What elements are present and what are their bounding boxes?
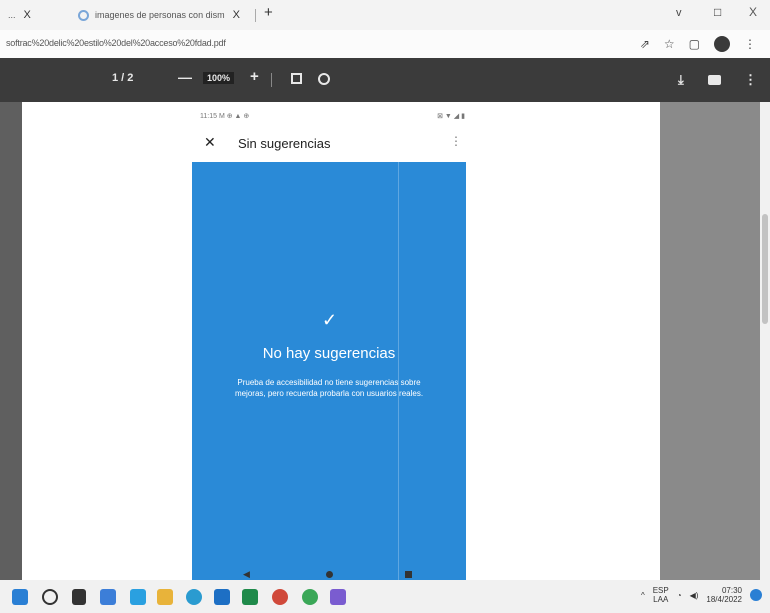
scrollbar-track[interactable] — [760, 102, 770, 580]
tab-label: ... — [8, 10, 16, 20]
chat-icon[interactable] — [130, 589, 146, 605]
phone-home-icon[interactable] — [326, 571, 333, 578]
more-options-icon[interactable]: ⋮ — [744, 72, 757, 88]
download-icon[interactable]: ⤓ — [678, 72, 684, 88]
tab-search-button[interactable]: v — [676, 7, 682, 19]
clock-date: 18/4/2022 — [706, 595, 742, 604]
tab-close-icon[interactable]: X — [233, 9, 240, 21]
result-description: Prueba de accesibilidad no tiene sugeren… — [234, 378, 424, 398]
tab-divider — [255, 9, 256, 22]
tab-label: imagenes de personas con dism — [95, 10, 225, 20]
toolbar-divider — [271, 73, 272, 87]
rotate-icon[interactable] — [318, 73, 330, 85]
result-heading: No hay sugerencias — [262, 345, 396, 362]
phone-back-icon[interactable]: ◀ — [243, 569, 250, 580]
notification-icon[interactable] — [750, 589, 762, 601]
zoom-in-button[interactable]: + — [250, 68, 259, 85]
start-icon[interactable] — [12, 589, 28, 605]
scrollbar-thumb[interactable] — [762, 214, 768, 324]
file-explorer-icon[interactable] — [157, 589, 173, 605]
overflow-menu-icon[interactable]: ⋮ — [450, 134, 462, 148]
profile-avatar[interactable] — [714, 36, 730, 52]
language-indicator[interactable]: ESP LAA — [653, 586, 669, 604]
browser-menu-icon[interactable]: ⋮ — [744, 37, 756, 51]
new-tab-button[interactable]: + — [264, 4, 273, 21]
tab-close-icon[interactable]: X — [24, 9, 31, 21]
phone-recents-icon[interactable] — [405, 571, 412, 578]
viewer-side-area — [660, 102, 760, 580]
print-icon[interactable] — [708, 75, 721, 85]
clock-time: 07:30 — [721, 586, 742, 595]
page-title: Sin sugerencias — [238, 136, 331, 151]
google-favicon-icon — [78, 9, 89, 21]
task-view-icon[interactable] — [72, 589, 86, 605]
windows-taskbar: ^ ESP LAA ◔ ◀) 07:30 18/4/2022 — [0, 580, 770, 613]
wifi-icon[interactable]: ◔ — [677, 591, 682, 600]
address-bar-actions: ⇗ ☆ ▢ ⋮ — [640, 36, 756, 52]
system-tray: ^ ESP LAA ◔ ◀) 07:30 18/4/2022 — [641, 586, 762, 604]
fit-page-icon[interactable] — [291, 73, 302, 84]
teams-icon[interactable] — [330, 589, 346, 605]
sidebar-icon[interactable]: ▢ — [689, 37, 700, 51]
language-bottom: LAA — [653, 595, 669, 604]
phone-status-right: ⊠ ▼ ◢ ▮ — [437, 113, 465, 120]
phone-status-bar: 11:15 M ⊕ ▲ ⊕ ⊠ ▼ ◢ ▮ — [200, 112, 465, 120]
panel-divider — [398, 162, 399, 580]
phone-status-left: 11:15 M ⊕ ▲ ⊕ — [200, 113, 250, 120]
excel-icon[interactable] — [242, 589, 258, 605]
store-icon[interactable] — [214, 589, 230, 605]
url-field[interactable]: softrac%20delic%20estilo%20del%20acceso%… — [6, 38, 226, 48]
browser-tab-strip: ... X imagenes de personas con dism X + … — [0, 0, 770, 30]
zoom-level-field[interactable]: 100% — [203, 72, 235, 84]
tray-overflow-icon[interactable]: ^ — [641, 591, 645, 600]
minimize-window-button[interactable]: □ — [714, 5, 721, 19]
browser-tab-active[interactable]: imagenes de personas con dism X — [78, 6, 240, 24]
zoom-out-button[interactable]: — — [178, 69, 192, 85]
chrome-icon[interactable] — [302, 589, 318, 605]
pdf-toolbar: 1 / 2 — 100% + ⤓ ⋮ — [0, 58, 770, 102]
close-window-button[interactable]: X — [749, 5, 757, 19]
widgets-icon[interactable] — [100, 589, 116, 605]
page-indicator[interactable]: 1 / 2 — [112, 72, 133, 84]
volume-icon[interactable]: ◀) — [690, 591, 699, 600]
language-top: ESP — [652, 586, 669, 595]
app-icon[interactable] — [272, 589, 288, 605]
share-icon[interactable]: ⇗ — [640, 37, 650, 51]
browser-tab-previous[interactable]: ... X — [8, 6, 31, 24]
search-icon[interactable] — [42, 589, 58, 605]
address-bar: softrac%20delic%20estilo%20del%20acceso%… — [0, 30, 770, 58]
clock[interactable]: 07:30 18/4/2022 — [706, 586, 742, 604]
close-icon[interactable]: ✕ — [204, 134, 216, 151]
bookmark-star-icon[interactable]: ☆ — [664, 37, 675, 51]
edge-browser-icon[interactable] — [186, 589, 202, 605]
result-panel — [192, 162, 466, 580]
check-icon: ✓ — [322, 310, 338, 330]
